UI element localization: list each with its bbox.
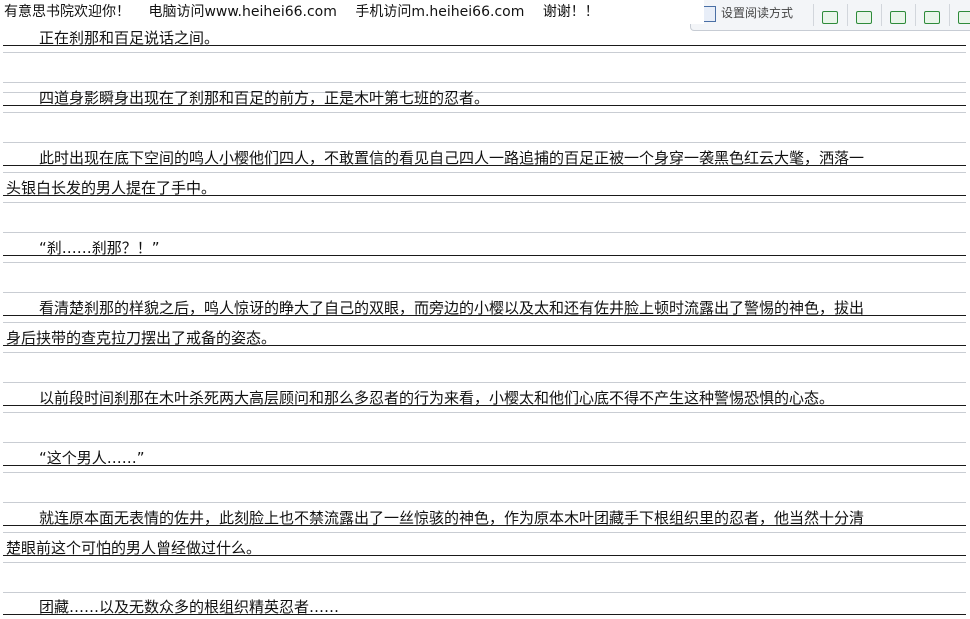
reading-toolbar: 设置阅读方式 [690,0,970,31]
toolbar-icon [856,11,872,24]
paragraph-line: 以前段时间刹那在木叶杀死两大高层顾问和那么多忍者的行为来看，小樱太和他们心底不得… [39,389,835,407]
paragraph-line: 此时出现在底下空间的鸣人小樱他们四人，不敢置信的看见自己四人一路追捕的百足正被一… [39,149,865,167]
rule-line [3,412,966,413]
rule-line [3,532,966,533]
rule-line [3,502,966,503]
toolbar-button[interactable] [915,4,946,26]
rule-line [3,52,966,53]
rule-line [3,232,966,233]
paragraph-line: 看清楚刹那的样貌之后，鸣人惊讶的睁大了自己的双眼，而旁边的小樱以及太和还有佐井脸… [39,299,865,317]
site-banner: 有意思书院欢迎你！ 电脑访问www.heihei66.com 手机访问m.hei… [0,0,704,24]
toolbar-button[interactable] [813,4,844,26]
toolbar-icon [822,11,838,24]
rule-line [3,562,966,563]
toolbar-icon [890,11,906,24]
rule-line [3,322,966,323]
paragraph-line: “刹……刹那？！” [39,239,160,257]
document-page: 有意思书院欢迎你！ 电脑访问www.heihei66.com 手机访问m.hei… [0,0,970,619]
toolbar-button[interactable] [949,4,970,26]
banner-mobile-link[interactable]: 手机访问m.heihei66.com [355,4,524,20]
banner-welcome: 有意思书院欢迎你！ [4,4,130,20]
rule-line [3,172,966,173]
rule-line [3,202,966,203]
toolbar-button[interactable] [847,4,878,26]
paragraph-line: “这个男人……” [39,449,145,467]
banner-pc-link[interactable]: 电脑访问www.heihei66.com [148,4,336,20]
toolbar-icon [958,11,970,24]
rule-line [3,592,966,593]
document-icon [703,6,716,22]
reading-mode-button[interactable]: 设置阅读方式 [721,4,793,22]
paragraph-line: 四道身影瞬身出现在了刹那和百足的前方，正是木叶第七班的忍者。 [39,89,490,107]
banner-thanks: 谢谢！！ [542,4,599,20]
rule-line [3,142,966,143]
rule-line [3,352,966,353]
rule-line [3,382,966,383]
paragraph-line: 就连原本面无表情的佐井，此刻脸上也不禁流露出了一丝惊骇的神色，作为原本木叶团藏手… [39,509,865,527]
rule-line [3,465,966,466]
paragraph-line: 楚眼前这个可怕的男人曾经做过什么。 [6,539,262,557]
rule-line [3,262,966,263]
rule-line [3,112,966,113]
toolbar-icon [924,11,940,24]
paragraph-line: 正在刹那和百足说话之间。 [39,29,220,47]
rule-line [3,82,966,83]
rule-line [3,442,966,443]
paragraph-line: 身后挟带的查克拉刀摆出了戒备的姿态。 [6,329,277,347]
toolbar-button[interactable] [881,4,912,26]
rule-line [3,472,966,473]
rule-line [3,292,966,293]
paragraph-line: 头银白长发的男人提在了手中。 [6,179,217,197]
paragraph-line: 团藏……以及无数众多的根组织精英忍者…… [39,598,340,616]
